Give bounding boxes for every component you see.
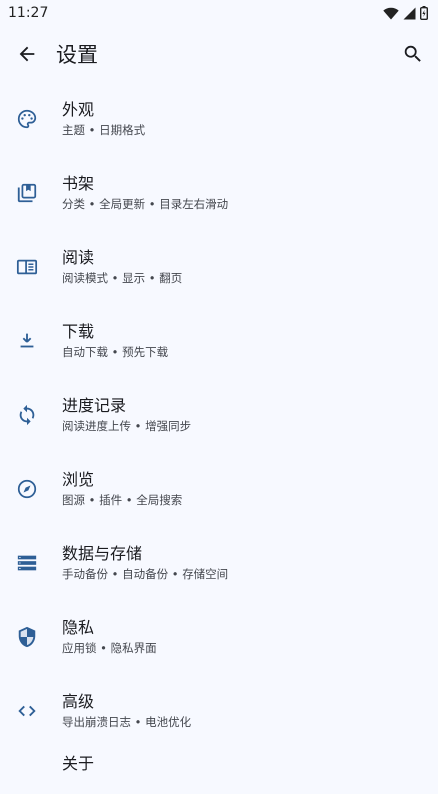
download-icon — [16, 330, 38, 352]
settings-item-appearance[interactable]: 外观 主题 • 日期格式 — [0, 82, 438, 156]
item-subtitle: 手动备份 • 自动备份 • 存储空间 — [62, 567, 229, 581]
status-icons — [383, 6, 428, 20]
search-icon — [404, 45, 421, 62]
item-title: 阅读 — [62, 248, 95, 267]
settings-item-library[interactable]: 书架 分类 • 全局更新 • 目录左右滑动 — [0, 156, 438, 230]
settings-list: 外观 主题 • 日期格式 书架 分类 • 全局更新 • 目录左右滑动 阅读 阅读… — [0, 82, 438, 794]
item-subtitle: 图源 • 插件 • 全局搜索 — [62, 493, 183, 507]
info-icon — [16, 754, 38, 776]
shield-icon — [16, 626, 38, 648]
palette-icon — [16, 108, 38, 130]
settings-item-about[interactable]: 关于 — [0, 748, 438, 794]
item-subtitle: 导出崩溃日志 • 电池优化 — [62, 715, 192, 729]
sync-icon — [16, 404, 38, 426]
item-title: 下载 — [62, 322, 95, 341]
item-title: 进度记录 — [62, 396, 127, 415]
settings-item-download[interactable]: 下载 自动下载 • 预先下载 — [0, 304, 438, 378]
settings-item-tracking[interactable]: 进度记录 阅读进度上传 • 增强同步 — [0, 378, 438, 452]
item-title: 书架 — [62, 174, 95, 193]
status-bar: 11:27 — [0, 0, 438, 26]
item-subtitle: 分类 • 全局更新 • 目录左右滑动 — [62, 197, 229, 211]
status-time: 11:27 — [8, 5, 49, 21]
battery-icon — [420, 6, 428, 20]
item-subtitle: 主题 • 日期格式 — [62, 123, 146, 137]
item-subtitle: 应用锁 • 隐私界面 — [62, 641, 157, 655]
item-subtitle: 自动下载 • 预先下载 — [62, 345, 169, 359]
code-icon — [16, 700, 38, 722]
app-bar: 设置 — [0, 26, 438, 82]
item-title: 浏览 — [62, 470, 95, 489]
item-title: 关于 — [62, 754, 95, 773]
settings-item-data-storage[interactable]: 数据与存储 手动备份 • 自动备份 • 存储空间 — [0, 526, 438, 600]
item-title: 数据与存储 — [62, 544, 143, 563]
item-title: 高级 — [62, 692, 95, 711]
library-icon — [16, 182, 38, 204]
back-button[interactable] — [14, 41, 40, 67]
settings-item-privacy[interactable]: 隐私 应用锁 • 隐私界面 — [0, 600, 438, 674]
reader-icon — [16, 256, 38, 278]
wifi-icon — [383, 7, 399, 19]
compass-icon — [16, 478, 38, 500]
settings-item-reader[interactable]: 阅读 阅读模式 • 显示 • 翻页 — [0, 230, 438, 304]
search-button[interactable] — [400, 41, 426, 67]
settings-item-advanced[interactable]: 高级 导出崩溃日志 • 电池优化 — [0, 674, 438, 748]
item-subtitle: 阅读模式 • 显示 • 翻页 — [62, 271, 183, 285]
settings-item-browse[interactable]: 浏览 图源 • 插件 • 全局搜索 — [0, 452, 438, 526]
page-title: 设置 — [56, 43, 98, 67]
item-title: 外观 — [62, 100, 95, 119]
signal-icon — [403, 7, 416, 19]
item-title: 隐私 — [62, 618, 95, 637]
storage-icon — [16, 552, 38, 574]
arrow-back-icon — [19, 46, 35, 62]
item-subtitle: 阅读进度上传 • 增强同步 — [62, 419, 192, 433]
